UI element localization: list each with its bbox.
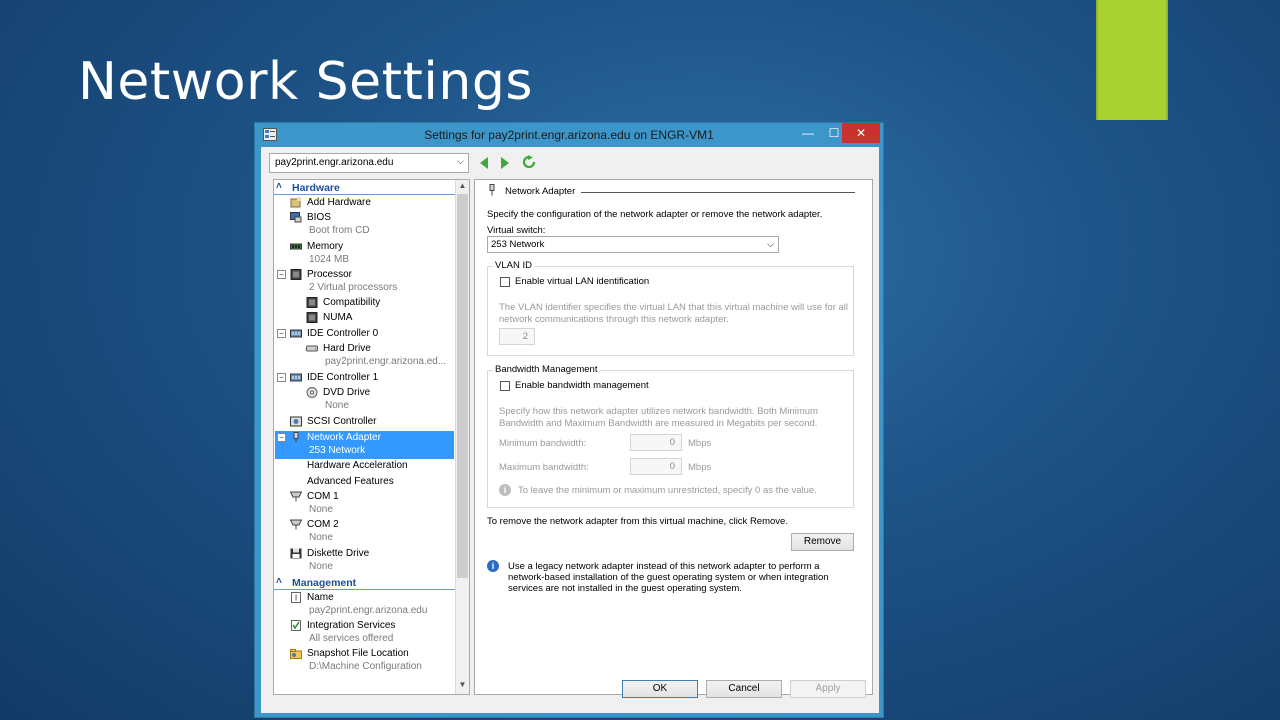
nav-toolbar [479, 155, 543, 174]
network-adapter-icon [489, 184, 495, 196]
tree-scrollbar[interactable]: ▲ ▼ [455, 180, 469, 694]
apply-button[interactable]: Apply [790, 680, 866, 698]
collapse-toggle-icon[interactable]: − [277, 433, 286, 442]
window-client: pay2print.engr.arizona.edu ⌵ ˄ Hardware [261, 147, 879, 713]
remove-instructions: To remove the network adapter from this … [487, 516, 788, 527]
refresh-icon[interactable] [522, 155, 536, 174]
bandwidth-description-2: Bandwidth and Maximum Bandwidth are meas… [499, 418, 818, 429]
info-icon: i [499, 484, 511, 496]
min-bandwidth-input[interactable]: 0 [630, 434, 682, 451]
snapshot-folder-icon [290, 649, 302, 659]
ok-button[interactable]: OK [622, 680, 698, 698]
collapse-chevron-icon: ˄ [276, 576, 282, 587]
info-icon: i [487, 560, 499, 572]
title-bar: Settings for pay2print.engr.arizona.edu … [255, 123, 883, 147]
legacy-adapter-note-2: network-based installation of the guest … [508, 572, 829, 583]
max-bandwidth-unit: Mbps [688, 462, 712, 473]
bandwidth-description-1: Specify how this network adapter utilize… [499, 406, 818, 417]
virtual-switch-label: Virtual switch: [487, 225, 546, 236]
bandwidth-checkbox-label: Enable bandwidth management [515, 380, 649, 391]
collapse-toggle-icon[interactable]: − [277, 329, 286, 338]
numa-icon [306, 312, 318, 323]
min-bandwidth-label: Minimum bandwidth: [499, 438, 587, 449]
legacy-adapter-note-1: Use a legacy network adapter instead of … [508, 561, 820, 572]
legacy-adapter-note-3: services are not installed in the guest … [508, 583, 742, 594]
ide-controller-icon [290, 373, 302, 382]
memory-icon [290, 243, 302, 250]
management-section-header[interactable]: ˄ Management [274, 576, 455, 590]
hardware-section-header[interactable]: ˄ Hardware [274, 181, 455, 195]
dvd-drive-icon [306, 387, 318, 398]
name-icon: I [291, 592, 301, 603]
add-hardware-icon [290, 197, 301, 208]
com-port-icon [290, 491, 302, 502]
compatibility-icon [306, 297, 318, 308]
minimize-button[interactable]: — [795, 123, 821, 143]
diskette-icon [290, 548, 302, 559]
processor-icon [290, 269, 302, 280]
remove-button[interactable]: Remove [791, 533, 854, 551]
bandwidth-group-title: Bandwidth Management [493, 364, 600, 375]
slide-title: Network Settings [78, 52, 533, 112]
scroll-down-icon[interactable]: ▼ [456, 680, 469, 693]
vlan-id-input[interactable]: 2 [499, 328, 535, 345]
scrollbar-thumb[interactable] [457, 194, 468, 578]
vlan-description-2: network communications through this netw… [499, 314, 729, 325]
back-arrow-icon[interactable] [479, 156, 489, 174]
network-adapter-panel: Network Adapter Specify the configuratio… [474, 179, 873, 695]
scsi-controller-icon [290, 416, 302, 427]
vm-selector[interactable]: pay2print.engr.arizona.edu ⌵ [269, 153, 469, 173]
integration-services-icon [291, 620, 301, 631]
max-bandwidth-label: Maximum bandwidth: [499, 462, 589, 473]
window-title: Settings for pay2print.engr.arizona.edu … [424, 128, 714, 142]
vlan-description-1: The VLAN identifier specifies the virtua… [499, 302, 849, 313]
settings-window: Settings for pay2print.engr.arizona.edu … [254, 122, 884, 718]
chevron-down-icon: ⌵ [767, 239, 774, 249]
chevron-down-icon: ⌵ [457, 156, 464, 166]
vlan-checkbox[interactable] [500, 277, 510, 287]
com-port-icon [290, 519, 302, 530]
bandwidth-checkbox[interactable] [500, 381, 510, 391]
virtual-switch-select[interactable]: 253 Network ⌵ [487, 236, 779, 253]
max-bandwidth-input[interactable]: 0 [630, 458, 682, 475]
close-button[interactable]: ✕ [842, 123, 880, 143]
cancel-button[interactable]: Cancel [706, 680, 782, 698]
network-adapter-icon [293, 432, 299, 443]
ide-controller-icon [290, 329, 302, 338]
svg-text:I: I [295, 594, 297, 603]
vlan-group-title: VLAN ID [493, 260, 534, 271]
accent-bar [1096, 0, 1168, 120]
forward-arrow-icon[interactable] [500, 156, 510, 174]
vlan-checkbox-label: Enable virtual LAN identification [515, 276, 650, 287]
bandwidth-note: To leave the minimum or maximum unrestri… [518, 485, 817, 496]
hard-drive-icon [306, 345, 318, 352]
virtual-switch-value: 253 Network [491, 239, 545, 250]
collapse-chevron-icon: ˄ [276, 181, 282, 192]
panel-intro: Specify the configuration of the network… [487, 209, 823, 220]
panel-heading: Network Adapter [505, 186, 576, 197]
collapse-toggle-icon[interactable]: − [277, 373, 286, 382]
heading-rule [581, 192, 855, 193]
collapse-toggle-icon[interactable]: − [277, 270, 286, 279]
vm-selector-value: pay2print.engr.arizona.edu [275, 157, 394, 168]
settings-tree: ˄ Hardware Add Hardware BIOS Boot from C… [273, 179, 470, 695]
min-bandwidth-unit: Mbps [688, 438, 712, 449]
scroll-up-icon[interactable]: ▲ [456, 181, 469, 194]
bios-icon [290, 212, 302, 223]
